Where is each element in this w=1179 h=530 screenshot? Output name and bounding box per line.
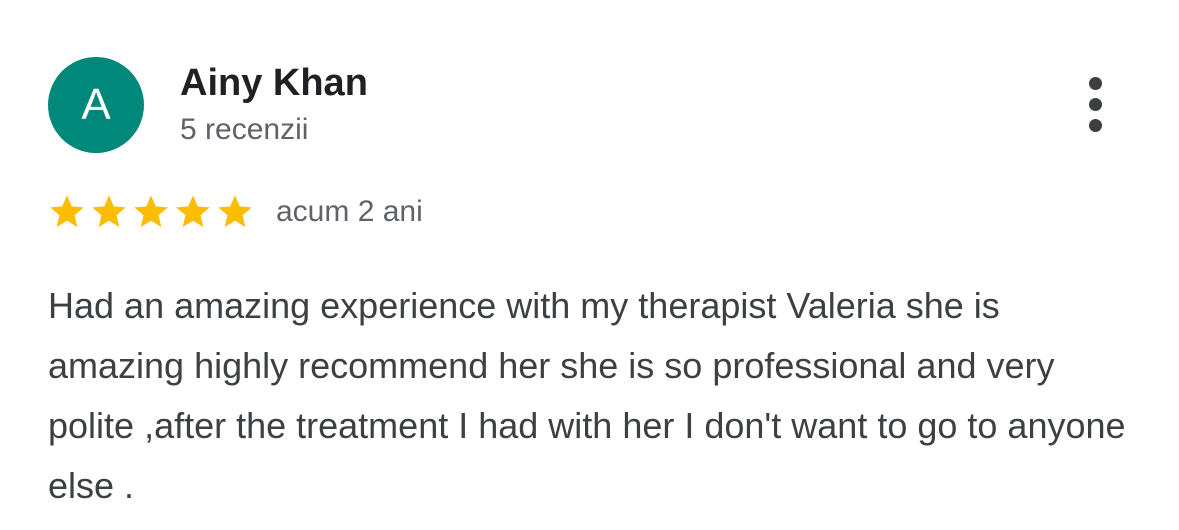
avatar[interactable]: A: [48, 57, 144, 153]
review-card: A Ainy Khan 5 recenzii acum 2 ani Had an…: [0, 0, 1179, 530]
review-count: 5 recenzii: [180, 113, 309, 146]
star-icon: [47, 192, 87, 232]
author-name[interactable]: Ainy Khan: [180, 62, 368, 105]
more-vert-icon: [1089, 98, 1102, 111]
review-text: Had an amazing experience with my therap…: [48, 285, 1126, 506]
more-vert-icon: [1089, 119, 1102, 132]
review-date: acum 2 ani: [276, 195, 423, 228]
star-icon: [89, 192, 129, 232]
star-icon: [215, 192, 255, 232]
star-rating: [47, 192, 257, 232]
star-icon: [173, 192, 213, 232]
more-vert-icon: [1089, 77, 1102, 90]
star-icon: [131, 192, 171, 232]
more-options-button[interactable]: [1072, 74, 1120, 136]
